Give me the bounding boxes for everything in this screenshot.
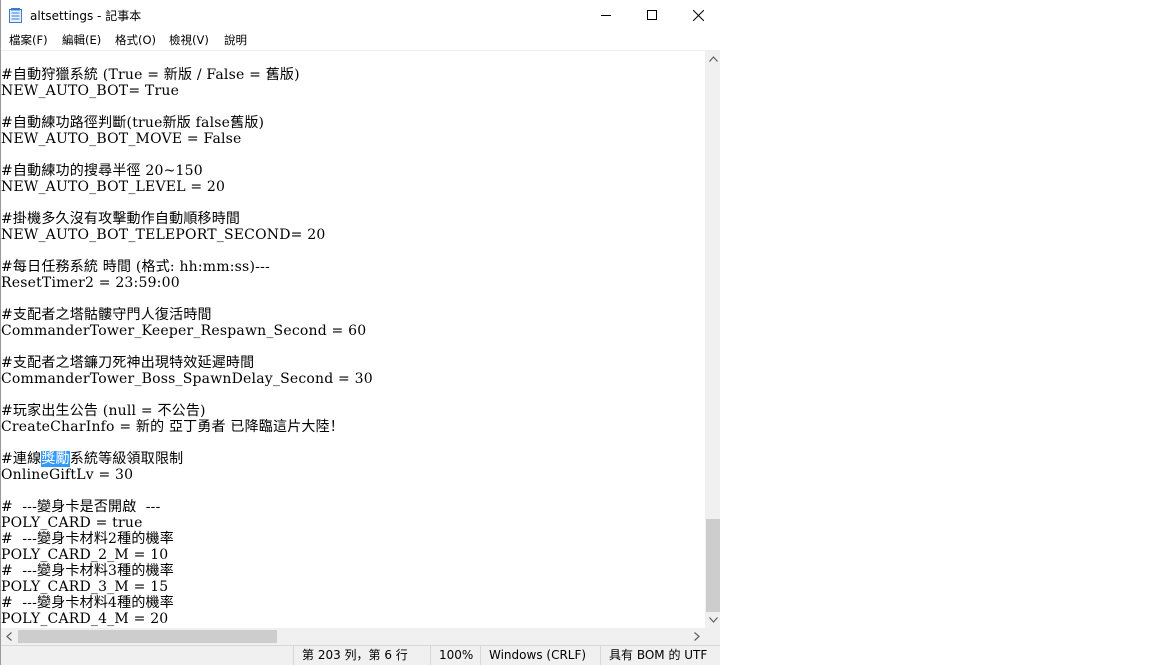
text-line: POLY_CARD_3_M = 15 xyxy=(1,579,169,595)
text-line: NEW_AUTO_BOT_MOVE = False xyxy=(1,131,242,147)
scrollbar-corner xyxy=(705,628,720,645)
text-after-selection: 系統等級領取限制 xyxy=(69,451,184,467)
vertical-scrollbar[interactable] xyxy=(705,51,720,628)
menu-view[interactable]: 檢視(V) xyxy=(169,32,209,48)
close-icon xyxy=(692,9,704,21)
scroll-left-button[interactable] xyxy=(1,628,17,645)
text-line: POLY_CARD_2_M = 10 xyxy=(1,547,169,563)
text-line: ResetTimer2 = 23:59:00 xyxy=(1,275,180,291)
text-line: CommanderTower_Boss_SpawnDelay_Second = … xyxy=(1,371,373,387)
text-line: #自動狩獵系統 (True = 新版 / False = 舊版) xyxy=(1,67,300,83)
maximize-icon xyxy=(647,10,657,20)
text-line: NEW_AUTO_BOT_LEVEL = 20 xyxy=(1,179,226,195)
notepad-window: altsettings - 記事本 檔案(F) 編輯(E) 格式(O) 檢視(V… xyxy=(0,0,720,665)
text-line: OnlineGiftLv = 30 xyxy=(1,467,134,483)
text-line: #每日任務系統 時間 (格式: hh:mm:ss)--- xyxy=(1,259,270,275)
chevron-up-icon xyxy=(708,56,718,62)
text-line: #掛機多久沒有攻擊動作自動順移時間 xyxy=(1,211,241,227)
scroll-up-button[interactable] xyxy=(705,51,720,67)
status-bar: 第 203 列，第 6 行 100% Windows (CRLF) 具有 BOM… xyxy=(1,645,720,665)
status-encoding: 具有 BOM 的 UTF xyxy=(600,646,707,665)
text-line: CreateCharInfo = 新的 亞丁勇者 已降臨這片大陸！ xyxy=(1,419,345,435)
scroll-right-button[interactable] xyxy=(689,628,705,645)
menu-help[interactable]: 說明 xyxy=(224,32,247,48)
status-cursor-position: 第 203 列，第 6 行 xyxy=(293,646,408,665)
menu-bar: 檔案(F) 編輯(E) 格式(O) 檢視(V) 說明 xyxy=(1,30,720,51)
chevron-left-icon xyxy=(6,632,12,641)
menu-file[interactable]: 檔案(F) xyxy=(9,32,48,48)
selected-text: 獎勵 xyxy=(41,451,70,467)
status-line-ending: Windows (CRLF) xyxy=(480,646,586,665)
text-line: # ---變身卡是否開啟 --- xyxy=(1,499,161,515)
chevron-right-icon xyxy=(694,632,700,641)
text-line: POLY_CARD = true xyxy=(1,515,143,531)
horizontal-scrollbar[interactable] xyxy=(1,628,705,645)
text-line: # ---變身卡材料4種的機率 xyxy=(1,595,174,611)
status-zoom: 100% xyxy=(430,646,473,665)
window-title: altsettings - 記事本 xyxy=(30,9,142,23)
text-line: POLY_CARD_4_M = 20 xyxy=(1,611,169,627)
text-line-with-selection: #連線獎勵系統等級領取限制 xyxy=(1,451,183,467)
menu-edit[interactable]: 編輯(E) xyxy=(62,32,101,48)
minimize-button[interactable] xyxy=(583,0,629,30)
minimize-icon xyxy=(601,15,611,16)
text-line: #支配者之塔骷髏守門人復活時間 xyxy=(1,307,212,323)
text-line: #自動練功的搜尋半徑 20~150 xyxy=(1,163,203,179)
text-line: #支配者之塔鐮刀死神出現特效延遲時間 xyxy=(1,355,255,371)
text-line: CommanderTower_Keeper_Respawn_Second = 6… xyxy=(1,323,367,339)
scroll-down-button[interactable] xyxy=(705,612,720,628)
maximize-button[interactable] xyxy=(629,0,675,30)
notepad-app-icon xyxy=(9,8,22,23)
text-line: # ---變身卡材料3種的機率 xyxy=(1,563,174,579)
text-line: #玩家出生公告 (null = 不公告) xyxy=(1,403,206,419)
text-line: NEW_AUTO_BOT_TELEPORT_SECOND= 20 xyxy=(1,227,326,243)
horizontal-scroll-thumb[interactable] xyxy=(18,630,277,643)
text-editor[interactable]: #自動狩獵系統 (True = 新版 / False = 舊版) NEW_AUT… xyxy=(1,51,705,628)
chevron-down-icon xyxy=(708,617,718,623)
title-bar[interactable]: altsettings - 記事本 xyxy=(1,0,720,30)
vertical-scroll-thumb[interactable] xyxy=(706,519,720,612)
text-before-selection: #連線 xyxy=(1,451,42,467)
text-line: NEW_AUTO_BOT= True xyxy=(1,83,180,99)
text-line: # ---變身卡材料2種的機率 xyxy=(1,531,174,547)
close-button[interactable] xyxy=(675,0,720,30)
text-line: #自動練功路徑判斷(true新版 false舊版) xyxy=(1,115,265,131)
menu-format[interactable]: 格式(O) xyxy=(115,32,156,48)
